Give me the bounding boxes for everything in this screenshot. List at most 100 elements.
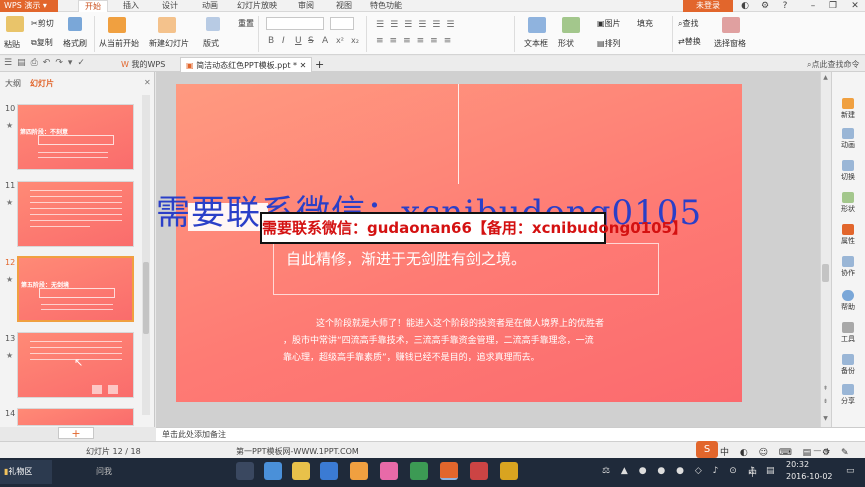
clock-date[interactable]: 2016-10-02 bbox=[786, 472, 833, 481]
format-painter-button[interactable] bbox=[68, 17, 82, 31]
tool-properties[interactable]: 属性 bbox=[834, 224, 862, 246]
scroll-up-icon[interactable]: ▲ bbox=[821, 74, 830, 81]
tab-my-wps[interactable]: W 我的WPS bbox=[116, 57, 170, 72]
tab-close-icon[interactable]: ✕ bbox=[300, 61, 307, 70]
canvas-scrollbar-thumb[interactable] bbox=[822, 264, 829, 282]
settings-icon[interactable]: ⚙ bbox=[758, 0, 772, 12]
underline-button[interactable]: U bbox=[295, 36, 302, 46]
tab-insert[interactable]: 插入 bbox=[117, 0, 145, 12]
taskbar-folder[interactable]: ▮礼物区 bbox=[0, 460, 52, 484]
panel-scrollbar-thumb[interactable] bbox=[143, 262, 149, 334]
paragraph-align-icons[interactable]: ≡≡≡≡≡≡ bbox=[376, 36, 457, 46]
font-color-button[interactable]: A bbox=[322, 36, 328, 46]
clock-time[interactable]: 20:32 bbox=[786, 460, 809, 469]
zoom-control[interactable]: - — + bbox=[808, 446, 831, 455]
slide-thumbnail-14[interactable] bbox=[17, 408, 134, 426]
panel-scrollbar[interactable] bbox=[142, 95, 150, 415]
close-panel-icon[interactable]: ✕ bbox=[144, 78, 151, 87]
app-icon[interactable] bbox=[470, 462, 488, 480]
font-name-combo[interactable] bbox=[266, 17, 324, 30]
tab-design[interactable]: 设计 bbox=[156, 0, 184, 12]
store-icon[interactable] bbox=[320, 462, 338, 480]
subscript-button[interactable]: x₂ bbox=[351, 36, 359, 45]
select-window-label: 选择窗格 bbox=[714, 39, 746, 48]
cut-button[interactable]: ✂剪切 bbox=[31, 18, 54, 29]
command-search[interactable]: ⌕点此查找命令 bbox=[802, 57, 864, 72]
fill-button[interactable]: 填充 bbox=[637, 18, 653, 29]
slide-thumbnail-12[interactable]: 第五阶段：无剑境 bbox=[17, 256, 134, 322]
strike-button[interactable]: S bbox=[308, 36, 314, 46]
task-view-icon[interactable] bbox=[236, 462, 254, 480]
layout-button[interactable]: 版式 bbox=[203, 38, 219, 49]
reset-button[interactable]: 重置 bbox=[238, 18, 254, 29]
minimize-icon[interactable]: – bbox=[806, 0, 820, 12]
shape-button[interactable] bbox=[562, 17, 580, 33]
tool-share[interactable]: 分享 bbox=[834, 384, 862, 406]
edge-icon[interactable] bbox=[264, 462, 282, 480]
next-slide-icon[interactable]: ⇟ bbox=[821, 398, 830, 405]
explorer-icon[interactable] bbox=[292, 462, 310, 480]
replace-button[interactable]: ⇄替换 bbox=[678, 36, 701, 47]
notification-icon[interactable]: ▤ bbox=[766, 466, 775, 476]
restore-icon[interactable]: ❐ bbox=[826, 0, 840, 12]
app-icon[interactable] bbox=[380, 462, 398, 480]
tab-home[interactable]: 开始 bbox=[78, 0, 108, 12]
ime-indicator[interactable]: 中 bbox=[748, 466, 757, 479]
bold-button[interactable]: B bbox=[268, 36, 274, 46]
tool-transition[interactable]: 切换 bbox=[834, 160, 862, 182]
app-menu-button[interactable]: WPS 演示 ▾ bbox=[0, 0, 58, 12]
action-center-icon[interactable]: ▭ bbox=[846, 466, 855, 476]
tool-backup[interactable]: 备份 bbox=[834, 354, 862, 376]
tray-icons[interactable]: ⚖ ▲ ● ● ● ◇ ♪ ⊙ ♫ bbox=[602, 466, 760, 476]
tool-tools[interactable]: 工具 bbox=[834, 322, 862, 344]
find-button[interactable]: ⌕查找 bbox=[678, 18, 698, 29]
app-icon[interactable] bbox=[500, 462, 518, 480]
new-slide-button[interactable] bbox=[158, 17, 176, 33]
slide-thumbnail-11[interactable] bbox=[17, 181, 134, 247]
app-icon[interactable] bbox=[350, 462, 368, 480]
tab-review[interactable]: 审阅 bbox=[292, 0, 320, 12]
quick-access-icons[interactable]: ☰▤⎙↶↷▾✓ bbox=[4, 58, 90, 68]
paste-button[interactable] bbox=[6, 16, 24, 32]
help-icon[interactable]: ? bbox=[778, 0, 792, 12]
add-slide-button[interactable]: + bbox=[58, 427, 94, 439]
prev-slide-icon[interactable]: ⇞ bbox=[821, 385, 830, 392]
paragraph-list-icons[interactable]: ☰☰☰☰☰☰ bbox=[376, 20, 460, 30]
canvas-scrollbar[interactable] bbox=[820, 72, 831, 427]
new-icon bbox=[842, 98, 854, 109]
tool-help-label: 帮助 bbox=[841, 303, 855, 311]
close-icon[interactable]: ✕ bbox=[848, 0, 862, 12]
superscript-button[interactable]: x² bbox=[336, 36, 344, 45]
copy-button[interactable]: ⧉复制 bbox=[31, 37, 53, 48]
wps-presentation-icon[interactable] bbox=[440, 462, 458, 480]
text-box-button[interactable] bbox=[528, 17, 546, 33]
wps-spreadsheet-icon[interactable] bbox=[410, 462, 428, 480]
tab-animation[interactable]: 动画 bbox=[196, 0, 224, 12]
from-current-button[interactable] bbox=[108, 17, 126, 33]
taskbar-search[interactable]: 问我 bbox=[96, 466, 112, 477]
new-tab-button[interactable]: + bbox=[310, 57, 329, 72]
slide-thumbnail-10[interactable]: 第四阶段：不刻意 bbox=[17, 104, 134, 170]
tool-new[interactable]: 新建 bbox=[834, 98, 862, 120]
login-button[interactable]: 未登录 bbox=[683, 0, 733, 12]
tab-outline[interactable]: 大纲 bbox=[5, 78, 21, 89]
image-button[interactable]: ▣图片 bbox=[597, 18, 621, 29]
select-window-button[interactable] bbox=[722, 17, 740, 33]
ime-s-logo-icon[interactable]: S bbox=[696, 441, 718, 458]
tab-slideshow[interactable]: 幻灯片放映 bbox=[232, 0, 282, 12]
scroll-down-icon[interactable]: ▼ bbox=[821, 415, 830, 422]
tab-view[interactable]: 视图 bbox=[330, 0, 358, 12]
arrange-button[interactable]: ▤排列 bbox=[597, 38, 621, 49]
status-ime-icons[interactable]: 中 ◐ ☺ ⌨ ▤ ⚙ ✎ bbox=[720, 445, 853, 458]
font-size-combo[interactable] bbox=[330, 17, 354, 30]
tab-document[interactable]: ▣ 简洁动态红色PPT模板.ppt * ✕ bbox=[180, 57, 313, 72]
tool-help[interactable]: 帮助 bbox=[834, 290, 862, 312]
tab-features[interactable]: 特色功能 bbox=[366, 0, 406, 12]
tab-slides[interactable]: 幻灯片 bbox=[30, 78, 54, 89]
italic-button[interactable]: I bbox=[282, 36, 285, 46]
tool-collab[interactable]: 协作 bbox=[834, 256, 862, 278]
skin-icon[interactable]: ◐ bbox=[738, 0, 752, 12]
tool-animation[interactable]: 动画 bbox=[834, 128, 862, 150]
notes-area[interactable]: 单击此处添加备注 bbox=[156, 427, 865, 441]
tool-shape[interactable]: 形状 bbox=[834, 192, 862, 214]
